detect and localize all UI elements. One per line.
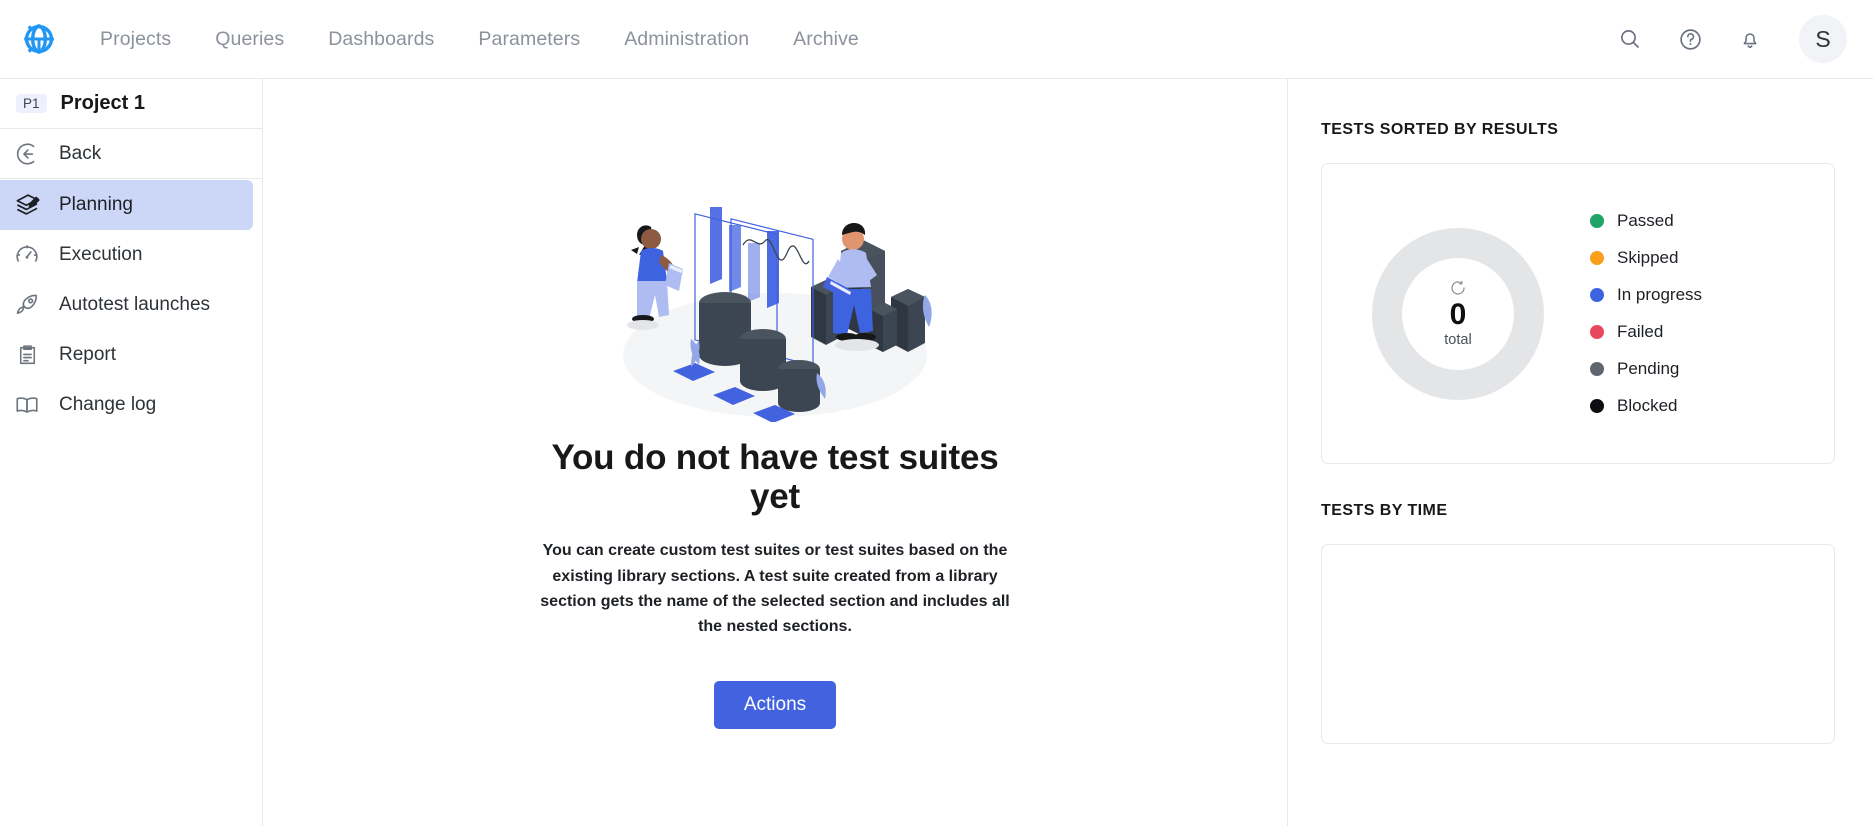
right-panel: TESTS SORTED BY RESULTS 0 total Passed S…: [1288, 79, 1873, 826]
project-header[interactable]: P1 Project 1: [0, 79, 262, 129]
status-dot-in-progress: [1590, 288, 1604, 302]
donut-center: 0 total: [1402, 257, 1514, 370]
sidebar-item-label: Report: [59, 344, 117, 365]
nav-item-queries[interactable]: Queries: [193, 22, 306, 57]
sidebar-item-report[interactable]: Report: [0, 330, 262, 380]
legend-item-passed[interactable]: Passed: [1590, 211, 1808, 231]
help-circle-icon[interactable]: [1675, 24, 1705, 54]
results-donut-chart[interactable]: 0 total: [1348, 227, 1568, 400]
topbar-actions: S: [1615, 15, 1847, 63]
legend-label: Failed: [1617, 322, 1664, 341]
app-logo[interactable]: [0, 21, 78, 57]
legend-item-blocked[interactable]: Blocked: [1590, 396, 1808, 416]
results-legend: Passed Skipped In progress Failed Pendin…: [1568, 211, 1808, 416]
status-dot-skipped: [1590, 251, 1604, 265]
tests-by-time-title: TESTS BY TIME: [1321, 502, 1448, 519]
sidebar-item-label: Execution: [59, 244, 143, 265]
sidebar-item-execution[interactable]: Execution: [0, 230, 262, 280]
legend-label: Passed: [1617, 211, 1674, 230]
layers-pen-icon: [13, 191, 41, 219]
gauge-icon: [13, 241, 41, 269]
sidebar-item-label: Change log: [59, 394, 157, 415]
nav-item-projects[interactable]: Projects: [78, 22, 193, 57]
sphere-gear-logo-icon: [24, 24, 54, 54]
empty-state-title: You do not have test suites yet: [551, 438, 999, 517]
main-nav: Projects Queries Dashboards Parameters A…: [78, 22, 881, 57]
refresh-icon[interactable]: [1449, 279, 1467, 297]
bell-icon[interactable]: [1735, 24, 1765, 54]
main-content: You do not have test suites yet You can …: [263, 79, 1288, 826]
page-body: P1 Project 1 Back Planning Execution Aut…: [0, 79, 1873, 826]
legend-label: Blocked: [1617, 396, 1678, 415]
status-dot-blocked: [1590, 399, 1604, 413]
sidebar-item-autotest-launches[interactable]: Autotest launches: [0, 280, 262, 330]
status-dot-failed: [1590, 325, 1604, 339]
legend-item-failed[interactable]: Failed: [1590, 322, 1808, 342]
sidebar-item-label: Back: [59, 142, 102, 164]
sidebar-nav: Back Planning Execution Autotest launche…: [0, 129, 262, 430]
legend-label: In progress: [1617, 285, 1703, 304]
sidebar-item-label: Planning: [59, 194, 133, 215]
sidebar-item-label: Autotest launches: [59, 294, 211, 315]
sidebar-item-back[interactable]: Back: [0, 129, 262, 179]
avatar[interactable]: S: [1799, 15, 1847, 63]
top-navigation-bar: Projects Queries Dashboards Parameters A…: [0, 0, 1873, 79]
empty-state-description: You can create custom test suites or tes…: [540, 542, 1010, 636]
actions-button[interactable]: Actions: [713, 681, 837, 730]
tests-sorted-by-results-card: 0 total Passed Skipped In progress Faile…: [1321, 163, 1835, 464]
empty-state: You do not have test suites yet You can …: [515, 79, 1035, 730]
nav-item-archive[interactable]: Archive: [771, 22, 881, 57]
legend-label: Skipped: [1617, 248, 1679, 267]
status-dot-pending: [1590, 362, 1604, 376]
legend-item-pending[interactable]: Pending: [1590, 359, 1808, 379]
empty-state-illustration: [623, 207, 932, 422]
nav-item-dashboards[interactable]: Dashboards: [306, 22, 456, 57]
donut-total-value: 0: [1449, 298, 1467, 332]
status-dot-passed: [1590, 214, 1604, 228]
arrow-left-circle-icon: [13, 140, 41, 168]
sidebar: P1 Project 1 Back Planning Execution Aut…: [0, 79, 263, 826]
sidebar-item-change-log[interactable]: Change log: [0, 380, 262, 430]
clipboard-icon: [13, 341, 41, 369]
tests-sorted-by-results-title: TESTS SORTED BY RESULTS: [1321, 121, 1559, 138]
book-icon: [13, 391, 41, 419]
legend-item-skipped[interactable]: Skipped: [1590, 248, 1808, 268]
tests-by-time-card: [1321, 544, 1835, 744]
search-icon[interactable]: [1615, 24, 1645, 54]
project-badge: P1: [16, 93, 47, 114]
donut-total-caption: total: [1444, 331, 1472, 348]
nav-item-administration[interactable]: Administration: [602, 22, 771, 57]
nav-item-parameters[interactable]: Parameters: [456, 22, 602, 57]
legend-label: Pending: [1617, 359, 1680, 378]
rocket-icon: [13, 291, 41, 319]
sidebar-item-planning[interactable]: Planning: [0, 180, 253, 230]
legend-item-in-progress[interactable]: In progress: [1590, 285, 1808, 305]
donut-track: 0 total: [1372, 227, 1544, 400]
project-title: Project 1: [60, 92, 145, 114]
